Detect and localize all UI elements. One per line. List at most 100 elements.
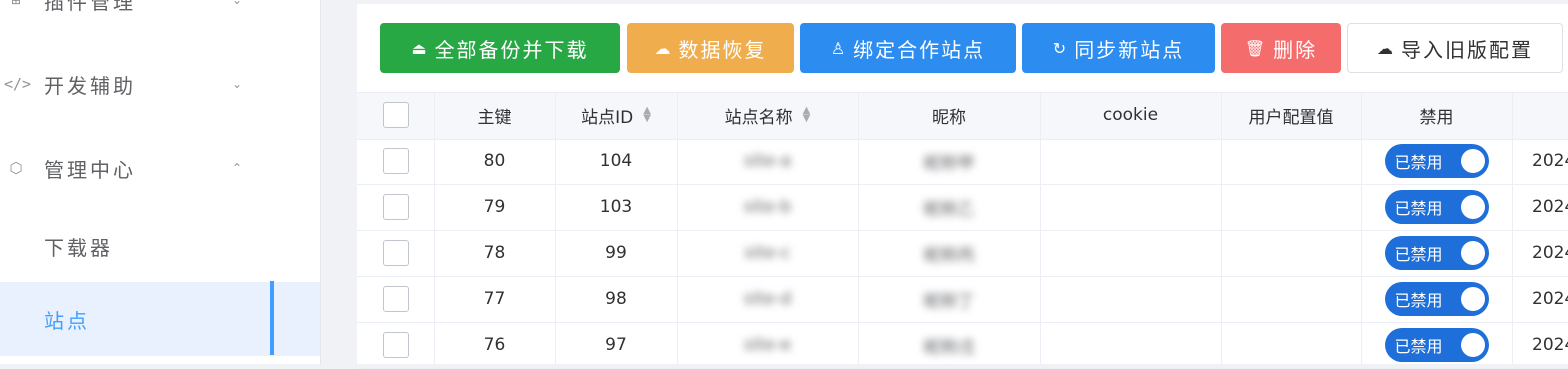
sidebar-item-label: 插件管理 — [44, 0, 136, 14]
bind-partner-sites-button[interactable]: ♙ 绑定合作站点 — [800, 23, 1016, 73]
sidebar-item-label: 下载器 — [44, 235, 113, 260]
cell-nickname: 昵称丙 — [923, 245, 975, 266]
cell-site-id: 103 — [599, 197, 633, 217]
row-select-cell — [357, 276, 434, 322]
table-row: 79 103 site-b 昵称乙 已禁用 2024 — [357, 184, 1568, 231]
cell-date: 2024 — [1532, 335, 1568, 355]
cube-icon: ⬡ — [9, 159, 23, 177]
cell-pk: 76 — [483, 335, 506, 355]
toggle-knob — [1460, 149, 1485, 173]
header-pk: 主键 — [477, 107, 512, 128]
cell-pk: 79 — [483, 197, 506, 217]
table-row: 76 97 site-e 昵称戊 已禁用 2024 — [357, 322, 1568, 369]
backup-icon: ⏏ — [411, 38, 429, 58]
toggle-knob — [1460, 195, 1485, 219]
header-label: 站点ID — [581, 107, 634, 128]
grid-icon: ⊞ — [11, 0, 21, 9]
cell-date: 2024 — [1532, 289, 1568, 309]
cell-pk: 78 — [483, 243, 506, 263]
sidebar-item-label: 管理中心 — [44, 157, 136, 182]
restore-button[interactable]: ☁ 数据恢复 — [627, 23, 794, 73]
backup-download-button[interactable]: ⏏ 全部备份并下载 — [380, 23, 620, 73]
cell-nickname: 昵称甲 — [923, 153, 975, 174]
cell-site-id: 99 — [605, 243, 627, 263]
row-select-cell — [357, 322, 434, 368]
sidebar-item-label: 开发辅助 — [44, 73, 136, 98]
row-select-cell — [357, 230, 434, 276]
table-row: 77 98 site-d 昵称丁 已禁用 2024 — [357, 276, 1568, 323]
cell-disabled: 已禁用 — [1361, 276, 1512, 322]
sidebar: ⊞ 插件管理 ⌄ </> 开发辅助 ⌄ ⬡ 管理中心 ⌃ 下载器 站点 — [0, 0, 321, 364]
header-nickname: 昵称 — [932, 107, 966, 128]
sort-icon[interactable]: ▲ ▼ — [643, 106, 651, 124]
select-all-checkbox[interactable] — [382, 102, 409, 128]
cloud-icon: ☁ — [654, 38, 673, 58]
toggle-label: 已禁用 — [1394, 153, 1443, 172]
disabled-toggle[interactable]: 已禁用 — [1384, 190, 1489, 224]
table-row: 80 104 site-a 昵称甲 已禁用 2024 — [357, 138, 1568, 185]
button-label: 数据恢复 — [678, 37, 767, 62]
toggle-label: 已禁用 — [1394, 245, 1443, 264]
header-site-name[interactable]: 站点名称 ▲ ▼ — [677, 92, 858, 138]
sidebar-item-sites[interactable]: 站点 — [0, 281, 320, 356]
disabled-toggle[interactable]: 已禁用 — [1384, 328, 1489, 362]
cell-site-id: 104 — [599, 151, 633, 171]
cell-date: 2024 — [1532, 151, 1568, 171]
button-label: 全部备份并下载 — [434, 37, 589, 62]
chevron-up-icon: ⌃ — [232, 161, 243, 175]
sidebar-item-plugin-management[interactable]: ⊞ 插件管理 ⌄ — [0, 0, 320, 30]
row-checkbox[interactable] — [382, 332, 409, 358]
cell-site-name: site-b — [743, 197, 792, 217]
cell-site-id: 97 — [605, 335, 627, 355]
cell-disabled: 已禁用 — [1361, 322, 1512, 368]
cell-site-name: site-e — [743, 335, 792, 355]
row-select-cell — [357, 184, 434, 230]
sort-icon[interactable]: ▲ ▼ — [803, 106, 811, 124]
import-old-config-button[interactable]: ☁ 导入旧版配置 — [1347, 23, 1563, 73]
toggle-label: 已禁用 — [1394, 199, 1443, 218]
sidebar-item-downloader[interactable]: 下载器 — [0, 216, 320, 276]
header-label: 站点名称 — [724, 107, 793, 128]
sync-new-sites-button[interactable]: ↻ 同步新站点 — [1022, 23, 1215, 73]
cell-site-id: 98 — [605, 289, 627, 309]
cell-date: 2024 — [1532, 197, 1568, 217]
toggle-label: 已禁用 — [1394, 337, 1443, 356]
toggle-label: 已禁用 — [1394, 291, 1443, 310]
chevron-down-icon: ⌄ — [232, 0, 243, 7]
disabled-toggle[interactable]: 已禁用 — [1384, 282, 1489, 316]
cell-date: 2024 — [1532, 243, 1568, 263]
sidebar-item-admin-center[interactable]: ⬡ 管理中心 ⌃ — [0, 138, 320, 198]
row-checkbox[interactable] — [382, 286, 409, 312]
header-cookie: cookie — [1102, 105, 1159, 125]
cell-nickname: 昵称乙 — [923, 199, 975, 220]
button-label: 绑定合作站点 — [853, 37, 986, 62]
trash-icon: 🗑 — [1244, 38, 1268, 58]
row-checkbox[interactable] — [382, 148, 409, 174]
cell-pk: 80 — [483, 151, 506, 171]
disabled-toggle[interactable]: 已禁用 — [1384, 144, 1489, 178]
row-checkbox[interactable] — [382, 194, 409, 220]
toggle-knob — [1460, 333, 1485, 357]
active-indicator — [270, 281, 274, 355]
cell-nickname: 昵称丁 — [923, 291, 975, 312]
header-user-config: 用户配置值 — [1248, 107, 1334, 128]
cell-site-name: site-c — [744, 243, 791, 263]
cell-disabled: 已禁用 — [1361, 138, 1512, 184]
button-label: 导入旧版配置 — [1401, 37, 1533, 62]
cell-site-name: site-a — [743, 151, 792, 171]
header-site-id[interactable]: 站点ID ▲ ▼ — [555, 92, 677, 138]
toggle-knob — [1460, 241, 1485, 265]
button-label: 删除 — [1273, 37, 1318, 62]
row-select-cell — [357, 138, 434, 184]
delete-button[interactable]: 🗑 删除 — [1221, 23, 1341, 73]
cell-site-name: site-d — [743, 289, 792, 309]
cell-nickname: 昵称戊 — [923, 337, 975, 358]
sidebar-item-dev-helper[interactable]: </> 开发辅助 ⌄ — [0, 54, 320, 114]
main-panel: ⏏ 全部备份并下载 ☁ 数据恢复 ♙ 绑定合作站点 ↻ 同步新站点 🗑 删除 ☁… — [357, 4, 1568, 369]
disabled-toggle[interactable]: 已禁用 — [1384, 236, 1489, 270]
table-row: 78 99 site-c 昵称丙 已禁用 2024 — [357, 230, 1568, 277]
button-label: 同步新站点 — [1074, 37, 1185, 62]
header-disabled: 禁用 — [1419, 107, 1454, 128]
row-checkbox[interactable] — [382, 240, 409, 266]
user-icon: ♙ — [830, 38, 848, 58]
